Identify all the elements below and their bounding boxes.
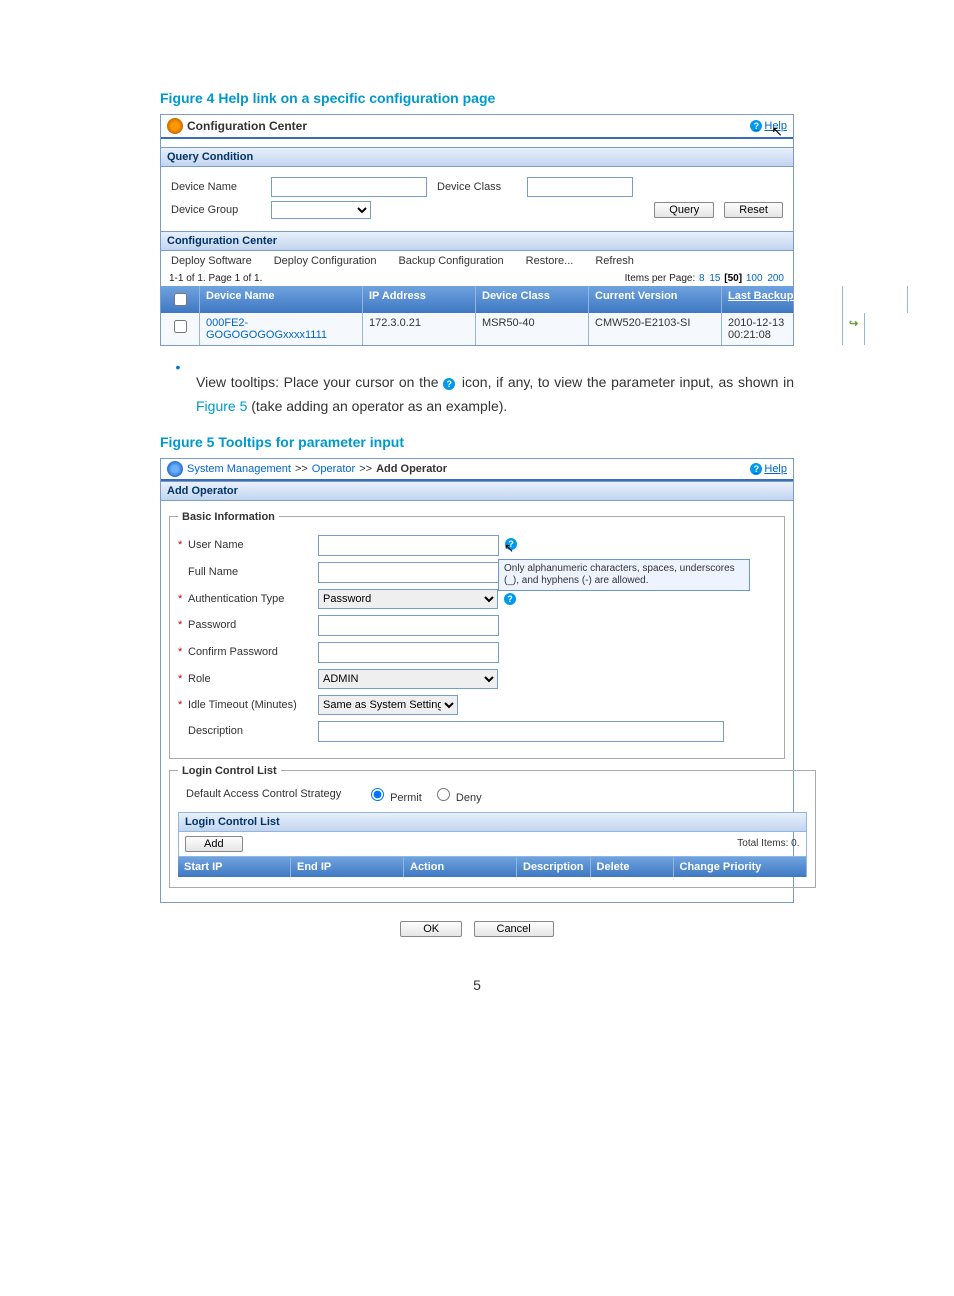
config-center-bar: Configuration Center — [161, 231, 793, 251]
crumb-sep: >> — [295, 463, 308, 475]
gear-icon — [167, 461, 183, 477]
bullet-icon: • — [160, 356, 196, 424]
cursor-icon: ↖ — [504, 541, 514, 555]
col-description: Description — [517, 857, 591, 877]
help-icon: ? — [750, 120, 762, 132]
user-name-input[interactable] — [318, 535, 499, 556]
crumb-sep: >> — [359, 463, 372, 475]
tooltip-box: Only alphanumeric characters, spaces, un… — [498, 559, 750, 591]
row-checkbox[interactable] — [174, 320, 187, 333]
page-opt-8[interactable]: 8 — [699, 273, 705, 284]
auth-type-select[interactable]: Password — [318, 589, 498, 609]
role-select[interactable]: ADMIN — [318, 669, 498, 689]
help-icon[interactable]: ? — [504, 593, 516, 605]
idle-timeout-select[interactable]: Same as System Setting — [318, 695, 458, 715]
row-time: 2010-12-1300:21:08 — [722, 313, 843, 345]
help-icon-inline: ? — [443, 378, 455, 390]
col-backup-time[interactable]: Last Backup Time▼ — [722, 286, 843, 313]
basic-info-fieldset: Basic Information *User Name ? ↖ Full Na… — [169, 511, 785, 759]
password-label: Password — [188, 619, 318, 631]
deploy-software-link[interactable]: Deploy Software — [171, 255, 252, 267]
page-opt-200[interactable]: 200 — [767, 273, 784, 284]
idle-timeout-label: Idle Timeout (Minutes) — [188, 699, 318, 711]
lcl-legend: Login Control List — [178, 765, 281, 777]
device-class-input[interactable] — [527, 177, 633, 197]
col-start-ip: Start IP — [178, 857, 291, 877]
figure4-screenshot: Configuration Center ? Help ↖ Query Cond… — [160, 114, 794, 346]
col-class[interactable]: Device Class — [476, 286, 589, 313]
help-link[interactable]: ? Help — [750, 463, 787, 475]
auth-type-label: Authentication Type — [188, 593, 318, 605]
page-opt-100[interactable]: 100 — [746, 273, 763, 284]
page-number: 5 — [160, 977, 794, 993]
figure5-title: Figure 5 Tooltips for parameter input — [160, 434, 794, 450]
restore-link[interactable]: Restore... — [526, 255, 574, 267]
cancel-button[interactable]: Cancel — [474, 921, 554, 937]
cursor-icon: ↖ — [771, 123, 783, 140]
gear-icon — [167, 118, 183, 134]
permit-radio[interactable]: Permit — [366, 785, 422, 804]
col-end-ip: End IP — [291, 857, 404, 877]
tooltip-paragraph: View tooltips: Place your cursor on the … — [196, 371, 794, 419]
device-group-select[interactable] — [271, 201, 371, 219]
login-control-fieldset: Login Control List Default Access Contro… — [169, 765, 816, 888]
row-version: CMW520-E2103-SI — [589, 313, 722, 345]
help-icon: ? — [750, 463, 762, 475]
query-condition-bar: Query Condition — [161, 147, 793, 167]
password-input[interactable] — [318, 615, 499, 636]
reset-button[interactable]: Reset — [724, 202, 783, 218]
select-all-checkbox[interactable] — [174, 293, 187, 306]
add-button[interactable]: Add — [185, 836, 243, 852]
col-action: Action — [404, 857, 517, 877]
dacs-label: Default Access Control Strategy — [186, 788, 366, 800]
add-operator-bar: Add Operator — [161, 481, 793, 501]
role-label: Role — [188, 673, 318, 685]
row-class: MSR50-40 — [476, 313, 589, 345]
device-class-label: Device Class — [437, 181, 527, 193]
query-button[interactable]: Query — [654, 202, 714, 218]
figure5-link[interactable]: Figure 5 — [196, 398, 247, 414]
backup-config-link[interactable]: Backup Configuration — [398, 255, 503, 267]
cc-title: Configuration Center — [187, 119, 307, 133]
figure5-screenshot: System Management >> Operator >> Add Ope… — [160, 458, 794, 903]
device-name-input[interactable] — [271, 177, 427, 197]
row-ip: 172.3.0.21 — [363, 313, 476, 345]
sort-desc-icon: ▼ — [824, 292, 832, 301]
col-ip[interactable]: IP Address — [363, 286, 476, 313]
deny-radio[interactable]: Deny — [432, 785, 482, 804]
description-input[interactable] — [318, 721, 724, 742]
col-change-priority: Change Priority — [674, 857, 807, 877]
full-name-input[interactable] — [318, 562, 499, 583]
page-opt-15[interactable]: 15 — [709, 273, 720, 284]
operation-icon[interactable]: ↪ — [849, 318, 858, 330]
paging-left: 1-1 of 1. Page 1 of 1. — [169, 273, 262, 284]
device-group-label: Device Group — [171, 204, 271, 216]
device-link[interactable]: 000FE2-GOGOGOGOGxxxx1111 — [206, 317, 327, 341]
table-row: 000FE2-GOGOGOGOGxxxx1111 172.3.0.21 MSR5… — [161, 313, 793, 345]
confirm-password-input[interactable] — [318, 642, 499, 663]
crumb-current: Add Operator — [376, 463, 447, 475]
crumb-operator[interactable]: Operator — [312, 463, 355, 475]
refresh-link[interactable]: Refresh — [595, 255, 634, 267]
user-name-label: User Name — [188, 539, 318, 551]
ok-button[interactable]: OK — [400, 921, 462, 937]
crumb-system[interactable]: System Management — [187, 463, 291, 475]
description-label: Description — [188, 725, 318, 737]
col-version[interactable]: Current Version — [589, 286, 722, 313]
total-items: Total Items: 0. — [737, 838, 799, 849]
confirm-password-label: Confirm Password — [188, 646, 318, 658]
col-device-name[interactable]: Device Name — [200, 286, 363, 313]
col-operation: Operation — [843, 286, 908, 313]
help-label: Help — [764, 463, 787, 475]
full-name-label: Full Name — [188, 566, 318, 578]
col-delete: Delete — [591, 857, 674, 877]
figure4-title: Figure 4 Help link on a specific configu… — [160, 90, 794, 106]
basic-info-legend: Basic Information — [178, 511, 279, 523]
page-opt-50: [50] — [724, 273, 742, 284]
lcl-title-bar: Login Control List — [178, 812, 807, 832]
deploy-config-link[interactable]: Deploy Configuration — [274, 255, 377, 267]
device-name-label: Device Name — [171, 181, 271, 193]
paging-label: Items per Page: — [625, 273, 696, 284]
